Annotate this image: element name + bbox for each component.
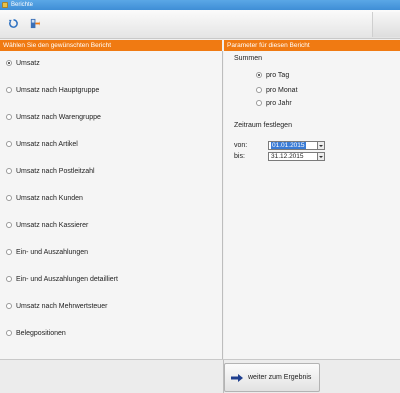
arrow-right-icon [231,373,243,382]
radio[interactable] [6,303,12,309]
radio[interactable] [256,87,262,93]
radio[interactable] [6,249,12,255]
summen-option-monat[interactable]: pro Monat [256,85,298,95]
report-option-label: Umsatz nach Kunden [16,194,83,202]
von-date-value: 01.01.2015 [271,142,306,149]
toolbar [0,10,400,39]
bis-date-row: bis: 31.12.2015 [234,152,325,161]
app-icon [2,2,8,8]
bis-date-field[interactable]: 31.12.2015 [268,152,318,161]
report-option-ein-auszahlungen-detailliert[interactable]: Ein- und Auszahlungen detailliert [6,274,118,284]
report-option-label: Ein- und Auszahlungen detailliert [16,275,118,283]
report-option-label: Umsatz nach Kassierer [16,221,89,229]
report-option-kunden[interactable]: Umsatz nach Kunden [6,193,83,203]
bis-dropdown-button[interactable] [318,152,325,161]
report-option-warengruppe[interactable]: Umsatz nach Warengruppe [6,112,101,122]
title-bar: Berichte [0,0,400,10]
summen-option-label: pro Tag [266,71,290,79]
parameter-panel: Summen pro Tag pro Monat pro Jahr Zeitra… [224,51,400,359]
radio[interactable] [6,195,12,201]
summen-option-label: pro Jahr [266,99,292,107]
window-title: Berichte [11,2,34,8]
report-option-label: Belegpositionen [16,329,66,337]
report-option-belegpositionen[interactable]: Belegpositionen [6,328,66,338]
radio[interactable] [6,114,12,120]
summen-option-tag[interactable]: pro Tag [256,70,289,80]
von-label: von: [234,142,248,149]
refresh-button[interactable] [6,16,20,30]
summen-option-label: pro Monat [266,86,298,94]
report-option-label: Umsatz nach Postleitzahl [16,167,95,175]
report-option-kassierer[interactable]: Umsatz nach Kassierer [6,220,88,230]
report-option-postleitzahl[interactable]: Umsatz nach Postleitzahl [6,166,95,176]
footer-bar: weiter zum Ergebnis [0,359,400,393]
radio[interactable] [6,141,12,147]
summen-label: Summen [234,55,263,62]
report-option-label: Umsatz nach Hauptgruppe [16,86,100,94]
radio[interactable] [6,330,12,336]
bis-date-value: 31.12.2015 [271,153,304,160]
report-option-label: Umsatz nach Artikel [16,140,78,148]
refresh-icon [8,18,18,28]
report-option-umsatz[interactable]: Umsatz [6,58,40,68]
report-list-header: Wählen Sie den gewünschten Bericht [0,40,222,51]
report-option-label: Umsatz nach Mehrwertsteuer [16,302,108,310]
report-list-panel: Umsatz Umsatz nach Hauptgruppe Umsatz na… [0,51,223,359]
report-option-mehrwertsteuer[interactable]: Umsatz nach Mehrwertsteuer [6,301,107,311]
radio[interactable] [6,222,12,228]
export-icon [30,18,40,28]
radio[interactable] [6,276,12,282]
report-option-hauptgruppe[interactable]: Umsatz nach Hauptgruppe [6,85,99,95]
report-option-artikel[interactable]: Umsatz nach Artikel [6,139,78,149]
bis-label: bis: [234,153,245,160]
von-date-field[interactable]: 01.01.2015 [268,141,318,150]
toolbar-right-panel [372,12,400,37]
radio[interactable] [256,100,262,106]
von-date-row: von: 01.01.2015 [234,141,325,150]
next-result-label: weiter zum Ergebnis [248,374,312,381]
report-option-label: Umsatz [16,59,40,67]
radio-selected[interactable] [6,60,12,66]
report-option-label: Umsatz nach Warengruppe [16,113,101,121]
export-button[interactable] [27,16,41,30]
von-dropdown-button[interactable] [318,141,325,150]
summen-option-jahr[interactable]: pro Jahr [256,98,292,108]
parameter-header: Parameter für diesen Bericht [224,40,400,51]
radio-selected[interactable] [256,72,262,78]
report-option-ein-auszahlungen[interactable]: Ein- und Auszahlungen [6,247,88,257]
zeitraum-label: Zeitraum festlegen [234,122,292,129]
radio[interactable] [6,168,12,174]
next-result-button[interactable]: weiter zum Ergebnis [224,363,320,392]
radio[interactable] [6,87,12,93]
report-option-label: Ein- und Auszahlungen [16,248,88,256]
